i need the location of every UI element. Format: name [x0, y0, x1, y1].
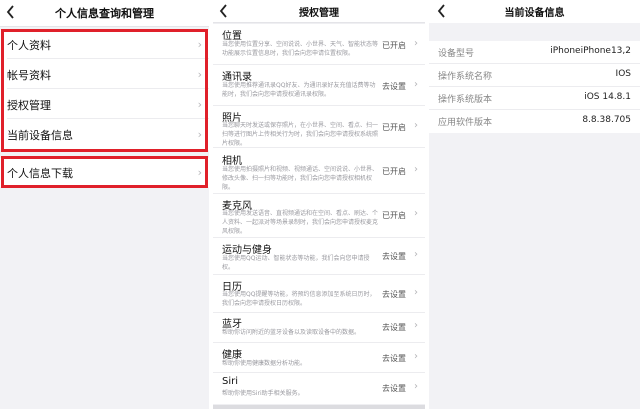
chevron-right-icon: ›	[414, 320, 418, 331]
chevron-right-icon: ›	[414, 381, 418, 392]
device-info-row: 设备型号 iPhoneiPhone13,2	[429, 41, 640, 64]
chevron-right-icon: ›	[197, 38, 202, 51]
chevron-right-icon: ›	[197, 128, 202, 141]
permission-row-photos[interactable]: 照片 当您聊天时发送或保存照片，在小世界、空间、看点、扫一扫等进行图片上传相关行…	[213, 106, 425, 148]
permission-row-fitness[interactable]: 运动与健身 当您使用QQ运动、智能状态等功能，我们会向您申请授权。 去设置 ›	[213, 238, 425, 275]
permission-desc: 当您使用位置分享、空间说说、小世界、天气、智能状态等功能展示位置信息时，我们会向…	[222, 41, 379, 57]
chevron-right-icon: ›	[414, 249, 418, 260]
menu-item-label: 个人资料	[7, 39, 51, 52]
permission-row-health[interactable]: 健康 帮助你使用健康数据分析功能。 去设置 ›	[213, 343, 425, 373]
chevron-right-icon: ›	[197, 98, 202, 111]
divider	[7, 88, 209, 89]
permission-status: 已开启	[382, 211, 406, 220]
download-group: 个人信息下载 ›	[0, 158, 209, 187]
page-title: 授权管理	[299, 8, 339, 19]
chevron-right-icon: ›	[414, 351, 418, 362]
permission-desc: 当您聊天时发送或保存照片，在小世界、空间、看点、扫一扫等进行图片上传相关行为时，…	[222, 122, 379, 147]
permission-title: Siri	[222, 376, 239, 387]
permission-row-calendar[interactable]: 日历 当您使用QQ提醒等功能，将预约信息添加至系统日历时，我们会向您申请授权日历…	[213, 275, 425, 313]
chevron-right-icon: ›	[414, 164, 418, 175]
permission-status: 去设置	[382, 290, 406, 299]
permission-row-siri[interactable]: Siri 帮助你使用Siri助手相关服务。 去设置 ›	[213, 373, 425, 404]
menu-item-label: 个人信息下载	[7, 167, 73, 180]
info-key: 应用软件版本	[438, 118, 493, 128]
info-key: 设备型号	[438, 49, 475, 59]
permission-desc: 当您使用QQ提醒等功能，将预约信息添加至系统日历时，我们会向您申请授权日历权限。	[222, 291, 376, 307]
page-title: 个人信息查询和管理	[55, 7, 154, 20]
menu-item-device-info[interactable]: 当前设备信息 ›	[0, 120, 209, 149]
permission-desc: 当您使用推荐通讯录QQ好友、为通讯录好友充值话费等功能时，我们会向您申请授权通讯…	[222, 82, 376, 98]
navbar: 授权管理	[213, 0, 425, 23]
permission-desc: 帮助你访问附近的蓝牙设备以及读取设备中的数据。	[222, 329, 361, 336]
device-info-row: 操作系统名称 IOS	[429, 64, 640, 87]
chevron-right-icon: ›	[414, 208, 418, 219]
chevron-right-icon: ›	[414, 120, 418, 131]
menu-item-label: 授权管理	[7, 99, 51, 112]
info-value: iOS 14.8.1	[584, 92, 631, 102]
info-value: 8.8.38.705	[582, 115, 631, 125]
info-key: 操作系统名称	[438, 72, 493, 82]
settings-group: 个人资料 › 帐号资料 › 授权管理 › 当前设备信息 ›	[0, 30, 209, 150]
page-title: 当前设备信息	[504, 8, 565, 19]
permission-desc: 当您使用QQ运动、智能状态等功能，我们会向您申请授权。	[222, 255, 370, 271]
device-info-row: 应用软件版本 8.8.38.705	[429, 110, 640, 133]
authorization-panel: 授权管理 位置 当您使用位置分享、空间说说、小世界、天气、智能状态等功能展示位置…	[213, 0, 425, 409]
menu-item-account-profile[interactable]: 帐号资料 ›	[0, 60, 209, 89]
permission-desc: 帮助你使用Siri助手相关服务。	[222, 390, 304, 397]
divider	[7, 58, 209, 59]
permission-status: 去设置	[382, 82, 406, 91]
info-value: IOS	[615, 69, 631, 79]
permission-status: 去设置	[382, 252, 406, 261]
menu-item-info-download[interactable]: 个人信息下载 ›	[0, 158, 209, 187]
divider	[7, 118, 209, 119]
info-key: 操作系统版本	[438, 95, 493, 105]
permission-desc: 当您使用拍摄照片和视频、视频通话、空间说说、小世界、修改头像、扫一扫等功能时，我…	[222, 166, 379, 191]
permission-row-camera[interactable]: 相机 当您使用拍摄照片和视频、视频通话、空间说说、小世界、修改头像、扫一扫等功能…	[213, 148, 425, 194]
permission-status: 去设置	[382, 323, 406, 332]
device-info-panel: 当前设备信息 设备型号 iPhoneiPhone13,2 操作系统名称 IOS …	[429, 0, 640, 409]
menu-item-label: 当前设备信息	[7, 129, 73, 142]
device-info-list: 设备型号 iPhoneiPhone13,2 操作系统名称 IOS 操作系统版本 …	[429, 41, 640, 133]
chevron-right-icon: ›	[414, 79, 418, 90]
menu-item-label: 帐号资料	[7, 69, 51, 82]
menu-item-personal-profile[interactable]: 个人资料 ›	[0, 30, 209, 59]
permission-row-microphone[interactable]: 麦克风 当您使用发送语音、直视频通话和在空间、看点、刷达、个人资料、一起派对等场…	[213, 194, 425, 238]
info-value: iPhoneiPhone13,2	[550, 46, 631, 56]
permission-status: 已开启	[382, 123, 406, 132]
permission-status: 去设置	[382, 354, 406, 363]
navbar: 个人信息查询和管理	[0, 0, 209, 27]
permission-list: 位置 当您使用位置分享、空间说说、小世界、天气、智能状态等功能展示位置信息时，我…	[213, 24, 425, 404]
permission-status: 已开启	[382, 167, 406, 176]
chevron-right-icon: ›	[197, 166, 202, 179]
chevron-right-icon: ›	[414, 38, 418, 49]
menu-item-authorization[interactable]: 授权管理 ›	[0, 90, 209, 119]
chevron-right-icon: ›	[414, 287, 418, 298]
permission-row-contacts[interactable]: 通讯录 当您使用推荐通讯录QQ好友、为通讯录好友充值话费等功能时，我们会向您申请…	[213, 65, 425, 106]
personal-info-panel: 个人信息查询和管理 个人资料 › 帐号资料 › 授权管理 › 当前设备信息 › …	[0, 0, 209, 409]
permission-status: 已开启	[382, 41, 406, 50]
permission-status: 去设置	[382, 384, 406, 393]
permission-desc: 当您使用发送语音、直视频通话和在空间、看点、刷达、个人资料、一起派对等场景录制时…	[222, 210, 379, 235]
permission-desc: 帮助你使用健康数据分析功能。	[222, 360, 307, 367]
permission-row-bluetooth[interactable]: 蓝牙 帮助你访问附近的蓝牙设备以及读取设备中的数据。 去设置 ›	[213, 313, 425, 343]
permission-row-location[interactable]: 位置 当您使用位置分享、空间说说、小世界、天气、智能状态等功能展示位置信息时，我…	[213, 24, 425, 65]
chevron-right-icon: ›	[197, 68, 202, 81]
navbar: 当前设备信息	[429, 0, 640, 23]
device-info-row: 操作系统版本 iOS 14.8.1	[429, 87, 640, 110]
scroll-edge	[213, 405, 425, 409]
